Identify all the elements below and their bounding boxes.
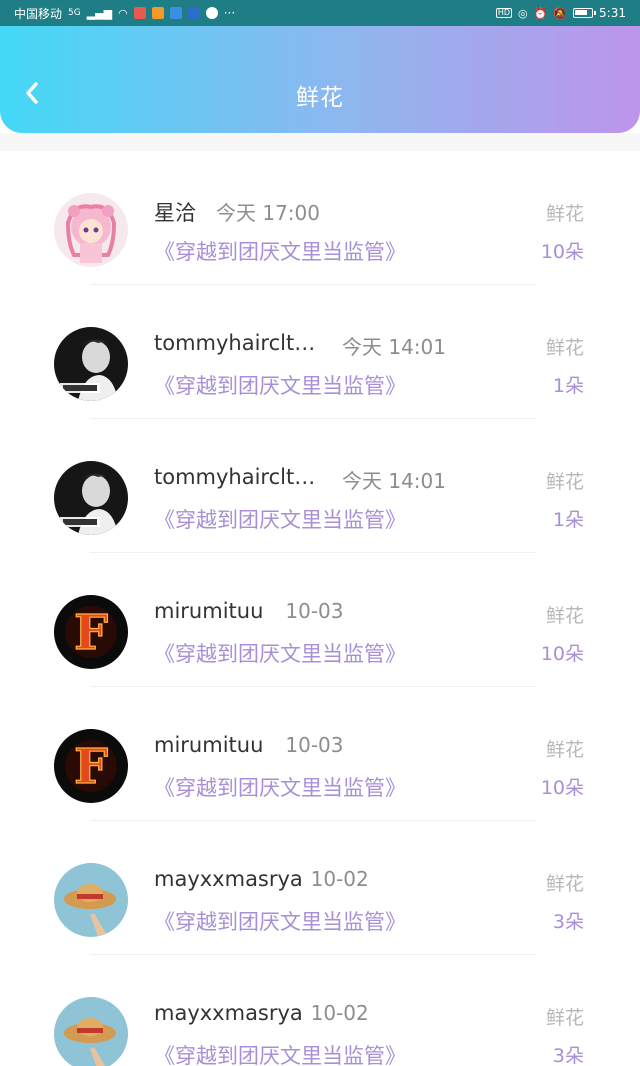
list-item[interactable]: tommyhairclt… 今天 14:01 《穿越到团厌文里当监管》 鲜花 1朵 xyxy=(0,285,640,419)
time-label: 10-02 xyxy=(310,1001,369,1025)
signal-eye-icon: ◎ xyxy=(518,6,528,20)
book-title-link[interactable]: 《穿越到团厌文里当监管》 xyxy=(154,906,406,936)
message-app-icon xyxy=(187,7,200,19)
gift-count-label: 3朵 xyxy=(552,911,584,933)
avatar[interactable] xyxy=(54,193,128,267)
gift-count-label: 10朵 xyxy=(540,777,584,799)
time-label: 10-03 xyxy=(285,733,344,757)
hd-icon: HD xyxy=(495,8,513,18)
list-item[interactable]: mayxxmasrya 10-02 《穿越到团厌文里当监管》 鲜花 3朵 xyxy=(0,821,640,955)
book-title-link[interactable]: 《穿越到团厌文里当监管》 xyxy=(154,504,406,534)
gift-type-label: 鲜花 xyxy=(545,873,584,895)
gift-count-label: 10朵 xyxy=(540,643,584,665)
more-notifications: ··· xyxy=(223,6,236,20)
list-item[interactable]: Fmirumituu 10-03 《穿越到团厌文里当监管》 鲜花 10朵 xyxy=(0,687,640,821)
user-name[interactable]: mayxxmasrya xyxy=(154,1001,303,1025)
header-bar: 鲜花 xyxy=(0,26,640,133)
list-item[interactable]: Fmirumituu 10-03 《穿越到团厌文里当监管》 鲜花 10朵 xyxy=(0,553,640,687)
time-label: 今天 14:01 xyxy=(342,469,446,493)
gift-type-label: 鲜花 xyxy=(545,471,584,493)
book-title-link[interactable]: 《穿越到团厌文里当监管》 xyxy=(154,1040,406,1066)
gift-type-label: 鲜花 xyxy=(545,337,584,359)
status-bar-left: 中国移动 5G ▂▄▆ ◠ ··· xyxy=(14,5,235,22)
mute-icon: 🔕 xyxy=(553,6,568,20)
gift-type-label: 鲜花 xyxy=(545,605,584,627)
status-bar-right: HD ◎ ⏰ 🔕 5:31 xyxy=(495,6,626,20)
clock: 5:31 xyxy=(599,6,626,20)
svg-text:F: F xyxy=(74,739,108,795)
status-bar: 中国移动 5G ▂▄▆ ◠ ··· HD ◎ ⏰ 🔕 5:31 xyxy=(0,0,640,26)
book-title-link[interactable]: 《穿越到团厌文里当监管》 xyxy=(154,236,406,266)
user-name[interactable]: mayxxmasrya xyxy=(154,867,303,891)
gift-count-label: 1朵 xyxy=(552,375,584,397)
avatar[interactable]: F xyxy=(54,595,128,669)
gift-type-label: 鲜花 xyxy=(545,203,584,225)
user-name[interactable]: mirumituu xyxy=(154,733,263,757)
list-item[interactable]: tommyhairclt… 今天 14:01 《穿越到团厌文里当监管》 鲜花 1朵 xyxy=(0,419,640,553)
gift-count-label: 10朵 xyxy=(540,241,584,263)
battery-icon xyxy=(573,8,597,18)
flower-record-list: 星洽 今天 17:00 《穿越到团厌文里当监管》 鲜花 10朵 tommyhairclt…… xyxy=(0,151,640,1066)
gift-type-label: 鲜花 xyxy=(545,1007,584,1029)
gallery-app-icon xyxy=(169,7,182,19)
user-name[interactable]: tommyhairclt… xyxy=(154,465,315,489)
header-spacer xyxy=(0,133,640,151)
avatar[interactable]: F xyxy=(54,729,128,803)
time-label: 10-02 xyxy=(310,867,369,891)
wifi-icon: ◠ xyxy=(118,6,128,20)
user-name[interactable]: 星洽 xyxy=(154,197,196,227)
gift-count-label: 1朵 xyxy=(552,509,584,531)
svg-text:F: F xyxy=(74,605,108,661)
user-name[interactable]: tommyhairclt… xyxy=(154,331,315,355)
user-name[interactable]: mirumituu xyxy=(154,599,263,623)
book-title-link[interactable]: 《穿越到团厌文里当监管》 xyxy=(154,638,406,668)
gift-type-label: 鲜花 xyxy=(545,739,584,761)
time-label: 今天 17:00 xyxy=(216,201,320,225)
gift-count-label: 3朵 xyxy=(552,1045,584,1066)
carrier-label: 中国移动 xyxy=(14,6,63,21)
avatar[interactable] xyxy=(54,461,128,535)
time-label: 10-03 xyxy=(285,599,344,623)
book-title-link[interactable]: 《穿越到团厌文里当监管》 xyxy=(154,772,406,802)
network-label: 5G xyxy=(68,7,81,18)
list-item[interactable]: mayxxmasrya 10-02 《穿越到团厌文里当监管》 鲜花 3朵 xyxy=(0,955,640,1066)
avatar[interactable] xyxy=(54,327,128,401)
avatar[interactable] xyxy=(54,997,128,1066)
book-title-link[interactable]: 《穿越到团厌文里当监管》 xyxy=(154,370,406,400)
page-title: 鲜花 xyxy=(296,85,344,111)
app-notification-icon xyxy=(133,7,146,19)
list-item[interactable]: 星洽 今天 17:00 《穿越到团厌文里当监管》 鲜花 10朵 xyxy=(0,151,640,285)
browser-app-icon xyxy=(205,7,218,19)
signal-icon: ▂▄▆ xyxy=(86,6,113,20)
time-label: 今天 14:01 xyxy=(342,335,446,359)
alarm-icon: ⏰ xyxy=(533,6,548,20)
avatar[interactable] xyxy=(54,863,128,937)
video-app-icon xyxy=(151,7,164,19)
